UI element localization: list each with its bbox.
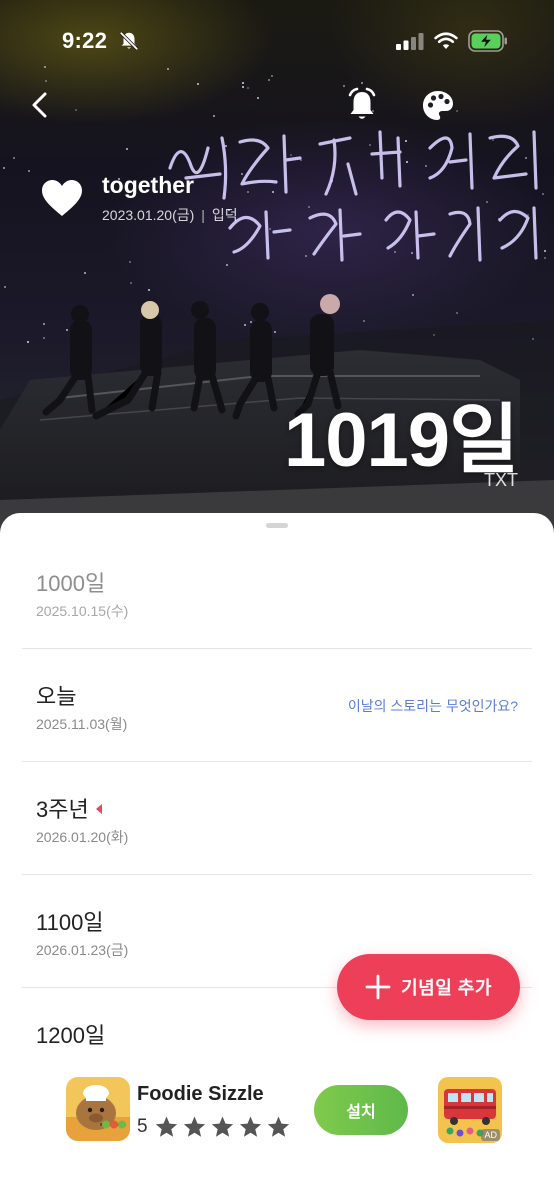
add-button-label: 기념일 추가 [401,978,492,998]
star-dot [126,148,128,150]
wifi-icon [434,32,458,49]
star-dot [3,167,5,169]
star-dot [75,109,77,111]
battery-charging-icon [468,30,507,52]
ad-rating: 5 [137,1115,291,1139]
plus-icon [365,974,391,1000]
event-tag: 입덕 [211,207,238,223]
star-dot [242,82,244,84]
ad-app-icon[interactable] [66,1077,130,1141]
ad-side-image[interactable]: AD [438,1077,502,1143]
ad-rating-value: 5 [137,1116,148,1137]
item-label: 오늘 [36,684,77,709]
item-label: 1200일 [36,1023,106,1048]
star-dot [129,261,131,263]
star-icon [239,1116,261,1137]
story-link[interactable]: 이날의 스토리는 무엇인가요? [348,696,518,716]
item-date: 2025.11.03(월) [36,716,128,732]
item-date: 2025.10.15(수) [36,603,129,619]
star-dot [257,97,259,99]
event-date: 2023.01.20(금) [102,207,195,223]
ad-banner[interactable]: Foodie Sizzle 5 설치 AD [0,1053,554,1200]
upcoming-marker-icon [95,804,102,814]
status-bar: 9:22 [0,0,554,80]
item-date: 2026.01.23(금) [36,942,129,958]
meta-separator: | [201,207,205,223]
star-icon [155,1116,177,1137]
add-anniversary-button[interactable]: 기념일 추가 [337,954,520,1020]
alarm-button[interactable] [344,86,380,126]
install-button[interactable]: 설치 [314,1085,408,1135]
star-dot [242,86,244,88]
event-meta: 2023.01.20(금) | 입덕 [102,205,238,225]
star-dot [84,272,86,274]
event-title: together [102,172,194,198]
signal-icon [396,33,424,50]
star-icon [183,1116,205,1137]
star-dot [28,170,30,172]
bell-off-icon [119,31,139,51]
star-dot [13,157,15,159]
back-chevron-icon [32,92,47,118]
item-label: 1100일 [36,910,104,935]
list-item[interactable]: 1000일 2025.10.15(수) [22,536,532,649]
artist-name: TXT [484,470,518,490]
item-label-wrap: 3주년 [36,792,102,824]
alarm-bell-icon [348,87,376,119]
star-icon [211,1116,233,1137]
list-item-today[interactable]: 오늘 2025.11.03(월) 이날의 스토리는 무엇인가요? [22,649,532,762]
ad-stars [154,1115,291,1139]
ad-badge: AD [481,1129,500,1141]
palette-icon [423,91,453,120]
item-date: 2026.01.20(화) [36,829,129,845]
back-button[interactable] [22,86,58,124]
day-count: 1019일 [284,398,519,483]
item-label: 1000일 [36,571,106,596]
star-icon [267,1116,289,1137]
list-item[interactable]: 3주년 2026.01.20(화) [22,762,532,875]
star-dot [361,82,363,84]
capybara-chef-icon [66,1077,130,1141]
handwriting-artwork [168,130,538,262]
item-label: 3주년 [36,797,89,822]
sheet-grabber[interactable] [266,523,288,528]
theme-button[interactable] [420,88,456,124]
ad-app-name[interactable]: Foodie Sizzle [137,1083,264,1106]
star-dot [197,83,199,85]
star-dot [45,80,47,82]
star-dot [247,87,249,89]
status-time: 9:22 [62,28,108,53]
hero-banner: 9:22 together 2023.01.20(금) | 입덕 1019일 T… [0,0,554,560]
heart-icon [42,180,82,216]
